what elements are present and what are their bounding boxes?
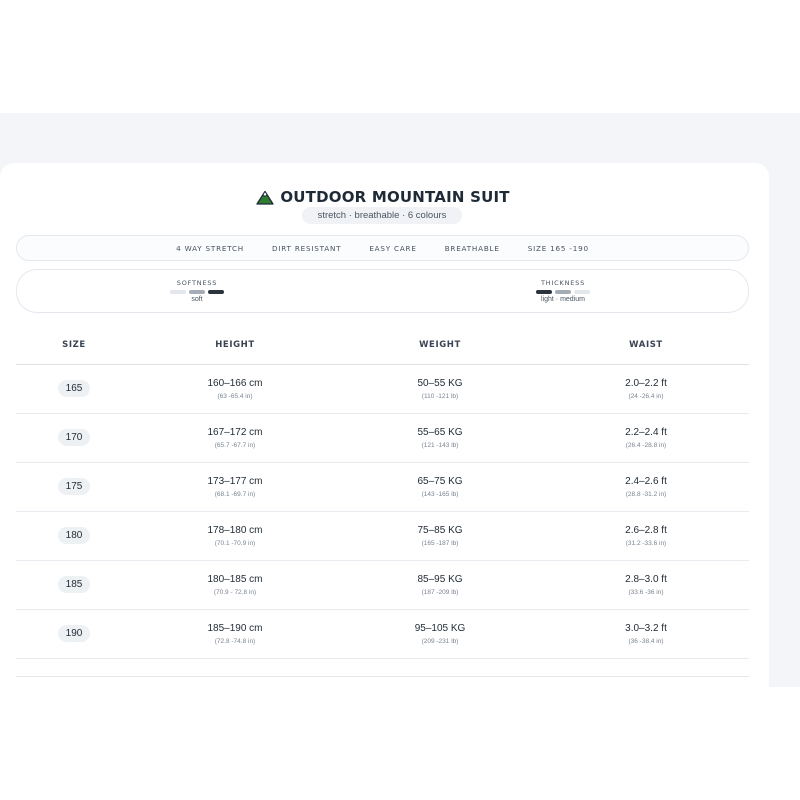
height-cell: 178–180 cm (70.1 -70.9 in) — [207, 525, 262, 547]
height-inches: (68.1 -69.7 in) — [214, 491, 256, 498]
scale-segment — [536, 290, 552, 294]
size-table: SIZE HEIGHT WEIGHT WAIST 165 160–166 cm (6… — [16, 330, 749, 659]
height-inches: (70.1 -70.9 in) — [214, 540, 256, 547]
waist-cell: 3.0–3.2 ft (36 -38.4 in) — [625, 623, 667, 645]
height-inches: (65.7 -67.7 in) — [214, 442, 256, 449]
weight-cell: 75–85 KG (165 -187 lb) — [417, 525, 462, 547]
product-subtitle: stretch · breathable · 6 colours — [302, 207, 462, 224]
weight-cell: 65–75 KG (143 -165 lb) — [417, 476, 462, 498]
waist-ft: 2.2–2.4 ft — [625, 427, 667, 438]
size-pill: 180 — [58, 527, 90, 544]
height-cell: 167–172 cm (65.7 -67.7 in) — [207, 427, 262, 449]
height-inches: (63 -65.4 in) — [217, 393, 253, 400]
waist-inches: (33.6 -36 in) — [628, 589, 664, 596]
feature-tag: 4 WAY STRETCH — [176, 243, 245, 253]
weight-kg: 50–55 KG — [417, 378, 463, 389]
waist-ft: 2.0–2.2 ft — [625, 378, 667, 389]
feature-tag: DIRT RESISTANT — [272, 243, 342, 253]
weight-cell: 95–105 KG (209 -231 lb) — [415, 623, 466, 645]
feature-strip: 4 WAY STRETCH DIRT RESISTANT EASY CARE B… — [16, 235, 749, 261]
softness-metric: SOFTNESS soft — [152, 279, 242, 303]
weight-pounds: (209 -231 lb) — [421, 638, 459, 645]
table-row: 175 173–177 cm (68.1 -69.7 in) 65–75 KG (143… — [16, 463, 749, 512]
weight-pounds: (121 -143 lb) — [421, 442, 459, 449]
weight-pounds: (187 -209 lb) — [421, 589, 459, 596]
feature-tag: BREATHABLE — [444, 243, 500, 253]
table-header: SIZE HEIGHT WEIGHT WAIST — [16, 330, 749, 365]
size-pill: 190 — [58, 625, 90, 642]
product-title: OUTDOOR MOUNTAIN SUIT — [280, 188, 510, 206]
waist-inches: (24 -26.4 in) — [628, 393, 664, 400]
height-cell: 173–177 cm (68.1 -69.7 in) — [207, 476, 262, 498]
height-cell: 160–166 cm (63 -65.4 in) — [207, 378, 262, 400]
waist-cell: 2.0–2.2 ft (24 -26.4 in) — [625, 378, 667, 400]
thickness-value: light · medium — [541, 296, 585, 303]
waist-ft: 3.0–3.2 ft — [625, 623, 667, 634]
table-row: 170 167–172 cm (65.7 -67.7 in) 55–65 KG (121… — [16, 414, 749, 463]
weight-cell: 50–55 KG (110 -121 lb) — [417, 378, 462, 400]
scale-segment — [189, 290, 205, 294]
header-weight: WEIGHT — [419, 340, 461, 350]
waist-ft: 2.6–2.8 ft — [625, 525, 667, 536]
thickness-metric: THICKNESS light · medium — [518, 279, 608, 303]
header-size: SIZE — [62, 340, 86, 350]
height-inches: (70.9 - 72.8 in) — [213, 589, 257, 596]
waist-cell: 2.8–3.0 ft (33.6 -36 in) — [625, 574, 667, 596]
height-cell: 185–190 cm (72.8 -74.8 in) — [207, 623, 262, 645]
size-pill: 165 — [58, 380, 90, 397]
table-bottom-divider — [16, 676, 749, 677]
waist-inches: (31.2 -33.6 in) — [625, 540, 667, 547]
height-cm: 167–172 cm — [207, 427, 263, 438]
header-height: HEIGHT — [215, 340, 255, 350]
feature-tag: EASY CARE — [369, 243, 417, 253]
weight-cell: 85–95 KG (187 -209 lb) — [417, 574, 462, 596]
weight-kg: 85–95 KG — [417, 574, 463, 585]
weight-pounds: (110 -121 lb) — [421, 393, 459, 400]
waist-inches: (28.8 -31.2 in) — [625, 491, 667, 498]
weight-kg: 75–85 KG — [417, 525, 463, 536]
height-cm: 185–190 cm — [207, 623, 263, 634]
weight-kg: 65–75 KG — [417, 476, 463, 487]
height-cm: 173–177 cm — [207, 476, 263, 487]
waist-ft: 2.4–2.6 ft — [625, 476, 667, 487]
size-pill: 185 — [58, 576, 90, 593]
height-inches: (72.8 -74.8 in) — [214, 638, 256, 645]
weight-kg: 95–105 KG — [414, 623, 466, 634]
product-header: OUTDOOR MOUNTAIN SUIT — [0, 188, 766, 206]
header-waist: WAIST — [629, 340, 663, 350]
waist-ft: 2.8–3.0 ft — [625, 574, 667, 585]
weight-kg: 55–65 KG — [417, 427, 463, 438]
size-pill: 170 — [58, 429, 90, 446]
size-pill: 175 — [58, 478, 90, 495]
scale-segment — [170, 290, 186, 294]
height-cm: 180–185 cm — [207, 574, 263, 585]
scale-segment — [574, 290, 590, 294]
weight-pounds: (165 -187 lb) — [421, 540, 459, 547]
softness-scale — [152, 290, 242, 294]
height-cm: 160–166 cm — [207, 378, 263, 389]
table-row: 190 185–190 cm (72.8 -74.8 in) 95–105 KG (20… — [16, 610, 749, 659]
softness-value: soft — [191, 296, 203, 303]
thickness-scale — [518, 290, 608, 294]
waist-cell: 2.2–2.4 ft (26.4 -28.8 in) — [625, 427, 667, 449]
scale-segment — [555, 290, 571, 294]
waist-cell: 2.4–2.6 ft (28.8 -31.2 in) — [625, 476, 667, 498]
scale-segment — [208, 290, 224, 294]
fabric-metrics: SOFTNESS soft THICKNESS light · medium — [16, 269, 749, 313]
thickness-label: THICKNESS — [541, 279, 585, 287]
height-cell: 180–185 cm (70.9 - 72.8 in) — [207, 574, 262, 596]
table-row: 180 178–180 cm (70.1 -70.9 in) 75–85 KG (165… — [16, 512, 749, 561]
weight-cell: 55–65 KG (121 -143 lb) — [417, 427, 462, 449]
table-row: 165 160–166 cm (63 -65.4 in) 50–55 KG (110 -… — [16, 365, 749, 414]
softness-label: SOFTNESS — [176, 279, 218, 287]
waist-inches: (36 -38.4 in) — [628, 638, 664, 645]
height-cm: 178–180 cm — [207, 525, 263, 536]
mountain-icon — [256, 190, 274, 205]
waist-cell: 2.6–2.8 ft (31.2 -33.6 in) — [625, 525, 667, 547]
feature-tag: SIZE 165 -190 — [527, 243, 589, 253]
table-row: 185 180–185 cm (70.9 - 72.8 in) 85–95 KG (18… — [16, 561, 749, 610]
weight-pounds: (143 -165 lb) — [421, 491, 459, 498]
waist-inches: (26.4 -28.8 in) — [625, 442, 667, 449]
